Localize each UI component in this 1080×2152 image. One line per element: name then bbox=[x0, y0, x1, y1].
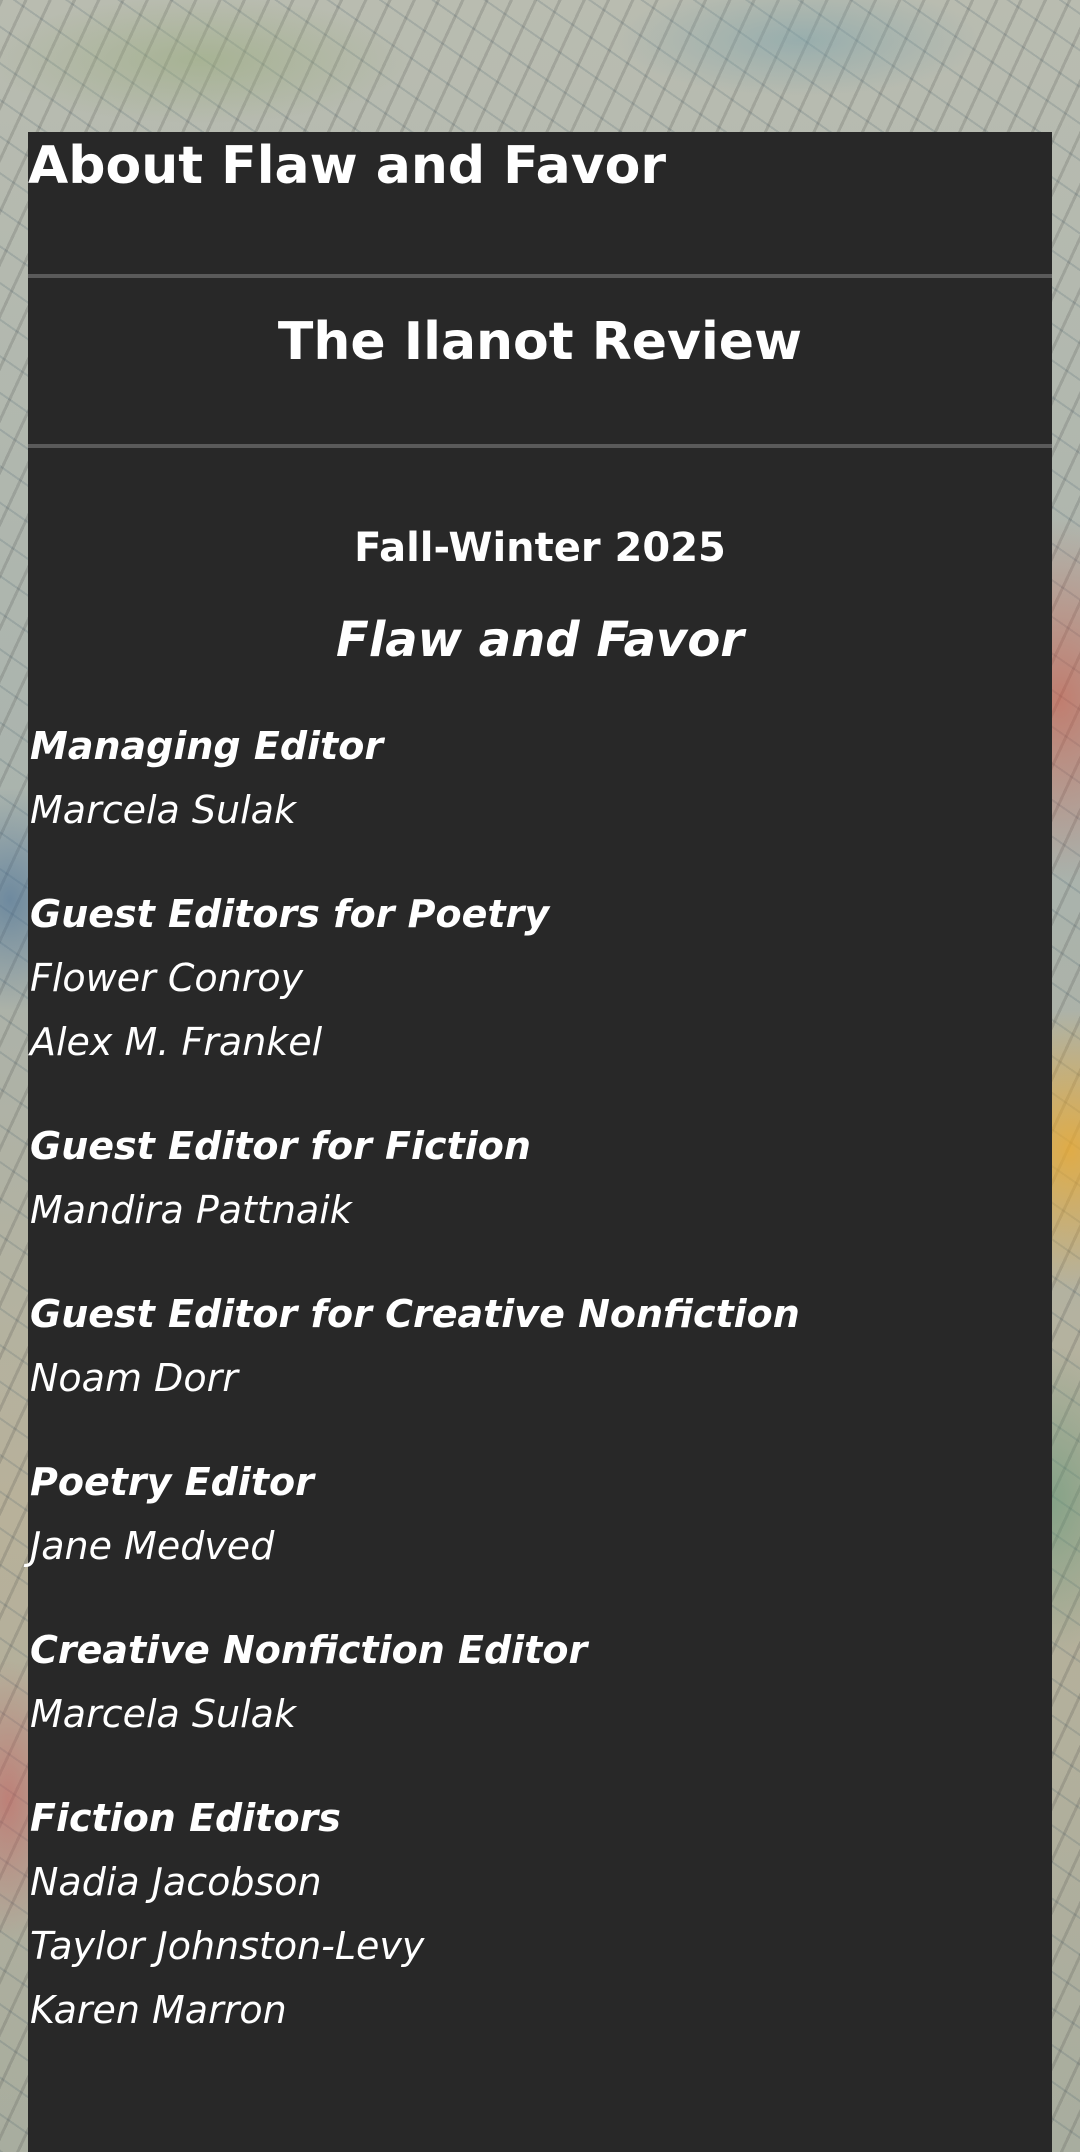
journal-name: The Ilanot Review bbox=[28, 278, 1052, 448]
editor-name: Noam Dorr bbox=[30, 1356, 238, 1400]
role-heading: Guest Editor for Fiction bbox=[30, 1124, 531, 1168]
masthead-group: Creative Nonfiction Editor Marcela Sulak bbox=[30, 1618, 1052, 1746]
role-heading: Fiction Editors bbox=[30, 1796, 341, 1840]
issue-label: Fall-Winter 2025 bbox=[354, 525, 726, 571]
editor-name: Jane Medved bbox=[30, 1524, 275, 1568]
masthead-group: Poetry Editor Jane Medved bbox=[30, 1450, 1052, 1578]
editor-name: Marcela Sulak bbox=[30, 788, 296, 832]
role-heading: Managing Editor bbox=[30, 724, 384, 768]
editor-name: Marcela Sulak bbox=[30, 1692, 296, 1736]
role-heading: Guest Editors for Poetry bbox=[30, 892, 550, 936]
content-panel: About Flaw and Favor The Ilanot Review F… bbox=[28, 132, 1052, 2152]
editor-name: Alex M. Frankel bbox=[30, 1020, 323, 1064]
editor-name: Flower Conroy bbox=[30, 956, 304, 1000]
issue-theme: Flaw and Favor bbox=[336, 612, 744, 668]
masthead-group: Fiction Editors Nadia Jacobson Taylor Jo… bbox=[30, 1786, 1052, 2042]
role-heading: Creative Nonfiction Editor bbox=[30, 1628, 588, 1672]
role-heading: Guest Editor for Creative Nonfiction bbox=[30, 1292, 800, 1336]
editor-name: Mandira Pattnaik bbox=[30, 1188, 352, 1232]
masthead-group: Managing Editor Marcela Sulak bbox=[30, 714, 1052, 842]
role-heading: Poetry Editor bbox=[30, 1460, 314, 1504]
masthead-group: Guest Editor for Fiction Mandira Pattnai… bbox=[30, 1114, 1052, 1242]
editor-name: Nadia Jacobson bbox=[30, 1860, 322, 1904]
editor-name: Taylor Johnston-Levy bbox=[30, 1924, 425, 1968]
page-title: About Flaw and Favor bbox=[28, 132, 1052, 278]
masthead-group: Guest Editors for Poetry Flower Conroy A… bbox=[30, 882, 1052, 1074]
masthead-group: Guest Editor for Creative Nonfiction Noa… bbox=[30, 1282, 1052, 1410]
editor-name: Karen Marron bbox=[30, 1988, 287, 2032]
masthead: Managing Editor Marcela Sulak Guest Edit… bbox=[28, 714, 1052, 2042]
